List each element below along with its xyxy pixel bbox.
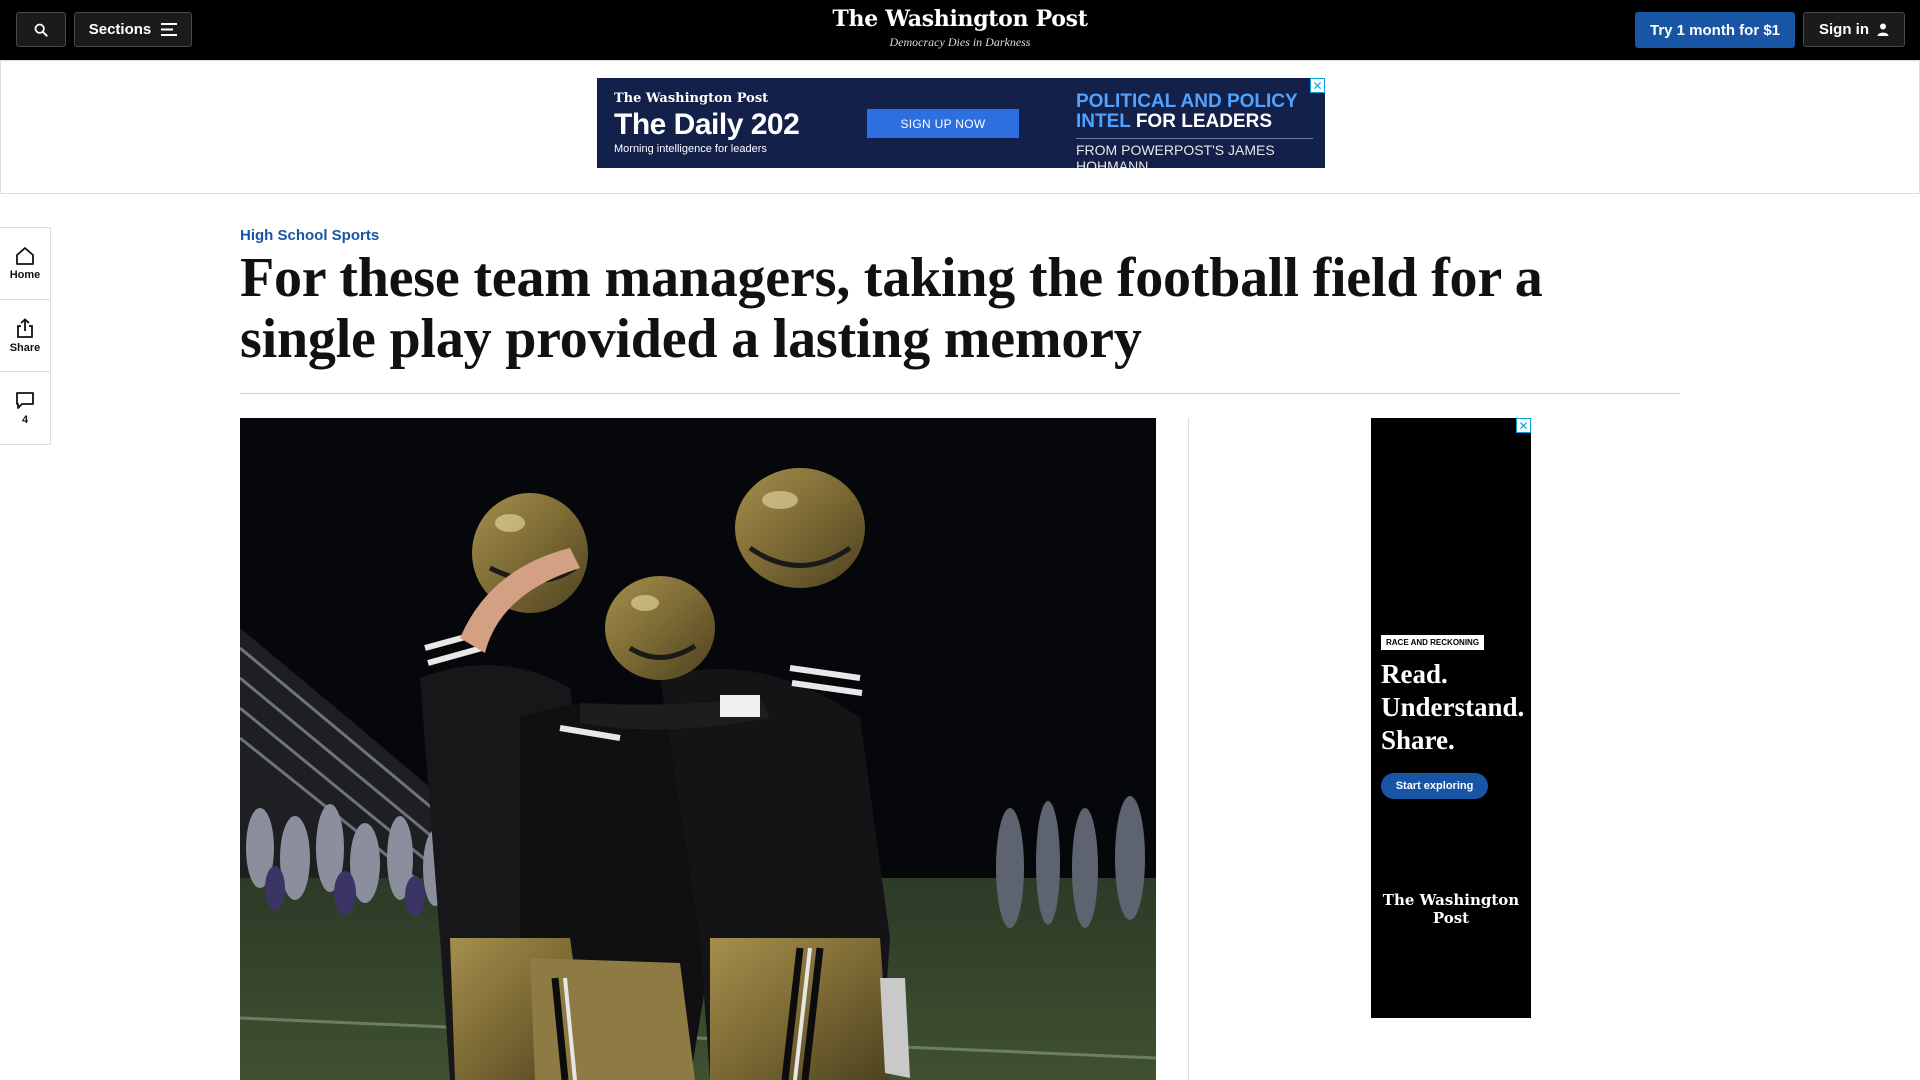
side-ad-wapo-logo: The Washington Post	[1382, 891, 1520, 927]
masthead-logo[interactable]: The Washington Post	[0, 6, 1920, 32]
ad-title: The Daily 202	[614, 108, 800, 141]
rail-comments-button[interactable]: 4	[0, 372, 50, 444]
sign-in-label: Sign in	[1819, 21, 1869, 38]
share-icon	[17, 317, 33, 338]
sign-in-button[interactable]: Sign in	[1803, 12, 1905, 47]
ad-headline-white: FOR LEADERS	[1135, 111, 1273, 132]
side-ad-cta-button[interactable]: Start exploring	[1381, 773, 1488, 799]
column-divider	[1188, 418, 1189, 1080]
comment-icon	[16, 391, 34, 409]
ad-byline: FROM POWERPOST'S JAMES HOHMANN	[1076, 138, 1313, 168]
side-ad-tag: RACE AND RECKONING	[1381, 635, 1485, 650]
article-headline: For these team managers, taking the foot…	[240, 247, 1543, 370]
comments-count: 4	[21, 413, 29, 426]
ad-wapo-logo: The Washington Post	[614, 91, 769, 106]
lead-photo	[240, 418, 1156, 1080]
side-ad-headline: Read. Understand. Share.	[1381, 659, 1525, 755]
top-nav-bar: Sections The Washington Post Democracy D…	[0, 0, 1920, 60]
daily-202-ad[interactable]: The Washington Post The Daily 202 Mornin…	[597, 78, 1325, 168]
headline-divider	[240, 393, 1680, 394]
ad-close-icon[interactable]: ✕	[1310, 78, 1325, 93]
rail-share-button[interactable]: Share	[0, 300, 50, 372]
ad-headline: POLITICAL AND POLICY INTEL FOR LEADERS	[1076, 92, 1316, 132]
side-ad-close-icon[interactable]: ✕	[1516, 418, 1531, 433]
race-and-reckoning-ad[interactable]: ✕ RACE AND RECKONING Read. Understand. S…	[1371, 418, 1531, 1018]
masthead[interactable]: The Washington Post Democracy Dies in Da…	[0, 6, 1920, 50]
masthead-tagline: Democracy Dies in Darkness	[889, 35, 1031, 49]
user-icon	[1877, 23, 1889, 36]
home-label: Home	[9, 269, 41, 281]
subscribe-trial-button[interactable]: Try 1 month for $1	[1635, 12, 1795, 48]
home-icon	[16, 247, 34, 265]
left-utility-rail: Home Share 4	[0, 227, 51, 445]
football-players-photo	[240, 418, 1156, 1080]
share-label: Share	[9, 341, 41, 354]
ad-subtitle: Morning intelligence for leaders	[614, 143, 767, 155]
ad-signup-button[interactable]: SIGN UP NOW	[867, 109, 1019, 138]
rail-home-button[interactable]: Home	[0, 228, 50, 300]
top-ad-band: The Washington Post The Daily 202 Mornin…	[0, 60, 1920, 194]
section-kicker-link[interactable]: High School Sports	[240, 227, 379, 244]
